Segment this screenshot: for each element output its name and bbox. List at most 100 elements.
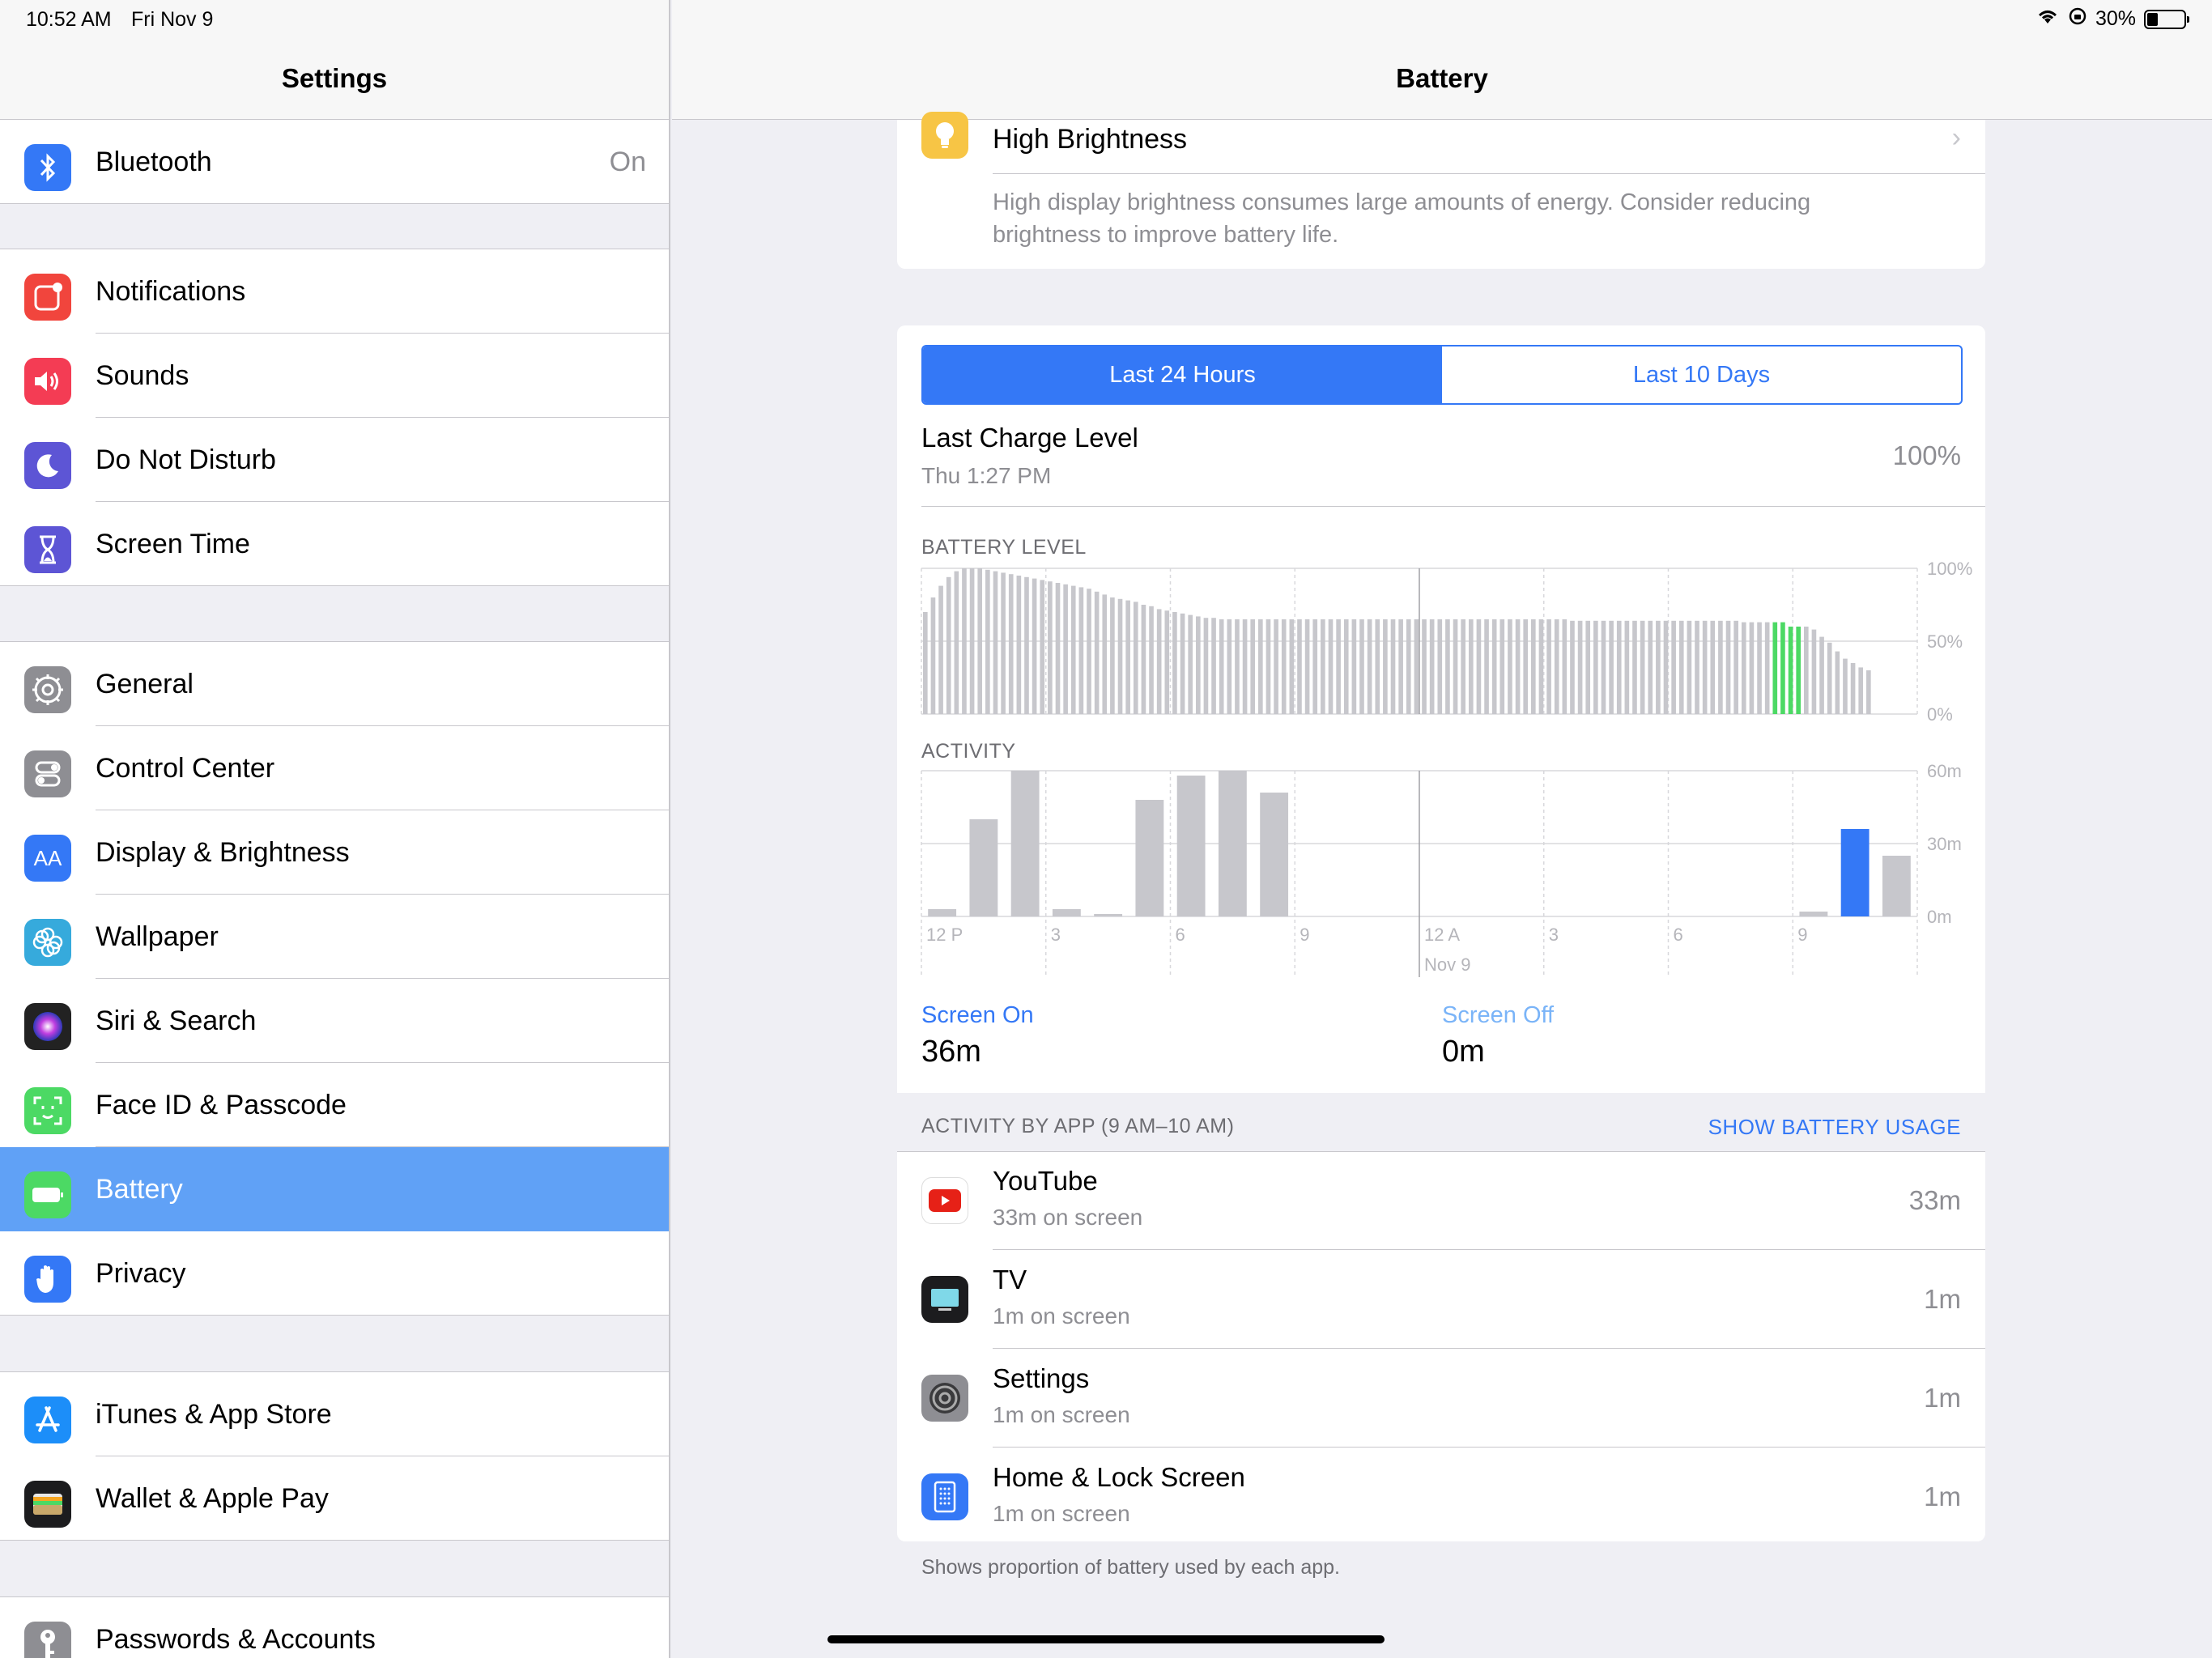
sidebar-item-passwords-and-accounts[interactable]: Passwords & Accounts bbox=[0, 1597, 669, 1658]
battery-bar bbox=[1476, 619, 1482, 714]
app-usage-value: 1m bbox=[1924, 1284, 1961, 1314]
battery-level-chart: 100% 50% 0% bbox=[921, 560, 1972, 722]
battery-bar bbox=[1048, 581, 1053, 714]
battery-bar bbox=[1445, 619, 1450, 714]
battery-bar bbox=[1289, 619, 1295, 714]
sidebar-item-sounds[interactable]: Sounds bbox=[0, 334, 669, 418]
battery-bar bbox=[1164, 610, 1170, 714]
sidebar-item-wallet-and-apple-pay[interactable]: Wallet & Apple Pay bbox=[0, 1456, 669, 1541]
sidebar-item-itunes-and-app-store[interactable]: iTunes & App Store bbox=[0, 1372, 669, 1456]
app-screen-time: 33m on screen bbox=[993, 1205, 1143, 1230]
sidebar-item-notifications[interactable]: Notifications bbox=[0, 249, 669, 334]
battery-bar bbox=[1585, 620, 1591, 714]
battery-bar bbox=[1219, 619, 1224, 714]
battery-bar bbox=[1087, 589, 1091, 714]
battery-bar bbox=[1593, 620, 1598, 714]
app-usage-row[interactable]: Settings 1m on screen 1m bbox=[897, 1349, 1985, 1448]
battery-percent: 30% bbox=[2095, 7, 2136, 30]
battery-bar bbox=[969, 568, 975, 714]
x-tick-label: 6 bbox=[1674, 925, 1683, 945]
time-range-segmented-control: Last 24 Hours Last 10 Days bbox=[921, 345, 1963, 405]
sidebar-item-label: Siri & Search bbox=[96, 1005, 257, 1036]
sidebar-item-label: General bbox=[96, 669, 194, 699]
battery-bar bbox=[1250, 619, 1256, 714]
battery-bar bbox=[1601, 620, 1606, 714]
tab-last-10-days[interactable]: Last 10 Days bbox=[1442, 346, 1961, 403]
x-tick-label: 6 bbox=[1176, 925, 1185, 945]
battery-bar bbox=[1749, 622, 1755, 714]
youtube-icon bbox=[921, 1177, 968, 1224]
battery-bar bbox=[1227, 619, 1232, 714]
battery-bar bbox=[1008, 574, 1014, 714]
battery-bar bbox=[1094, 591, 1100, 714]
activity-bar bbox=[1799, 912, 1828, 916]
last-charge-time: Thu 1:27 PM bbox=[921, 463, 1052, 488]
last-charge-value: 100% bbox=[1892, 440, 1961, 470]
activity-bar bbox=[1260, 793, 1289, 916]
activity-bar bbox=[1052, 909, 1081, 916]
y-tick-label: 30m bbox=[1927, 834, 1962, 854]
sidebar-item-value: On bbox=[609, 147, 646, 177]
activity-bar bbox=[1218, 771, 1247, 916]
battery-bar bbox=[954, 571, 959, 714]
bluetooth-icon bbox=[24, 144, 71, 191]
battery-bar bbox=[1102, 594, 1108, 714]
high-brightness-row[interactable]: High Brightness › bbox=[897, 112, 1985, 174]
battery-bar bbox=[1632, 620, 1637, 714]
sidebar-item-privacy[interactable]: Privacy bbox=[0, 1231, 669, 1316]
battery-bar bbox=[1757, 622, 1762, 714]
x-tick-label: 3 bbox=[1051, 925, 1061, 945]
app-usage-row[interactable]: TV 1m on screen 1m bbox=[897, 1250, 1985, 1349]
text-size-icon: AA bbox=[24, 835, 71, 882]
home-indicator[interactable] bbox=[827, 1635, 1385, 1643]
speaker-icon bbox=[24, 358, 71, 405]
battery-bar bbox=[1796, 627, 1801, 714]
sidebar-item-label: Privacy bbox=[96, 1258, 186, 1289]
battery-bar bbox=[1515, 619, 1521, 714]
x-tick-label: 12 P bbox=[926, 925, 963, 945]
tab-last-24-hours[interactable]: Last 24 Hours bbox=[923, 346, 1442, 403]
battery-bar bbox=[1616, 620, 1622, 714]
battery-bar bbox=[1266, 619, 1271, 714]
high-brightness-card: High Brightness › High display brightnes… bbox=[897, 112, 1985, 269]
activity-bar bbox=[1094, 914, 1123, 916]
activity-bar bbox=[1176, 776, 1206, 916]
battery-bar bbox=[1702, 620, 1708, 714]
battery-bar bbox=[1001, 572, 1006, 714]
battery-bar bbox=[1242, 619, 1248, 714]
battery-bar bbox=[1016, 576, 1022, 714]
battery-bar bbox=[1819, 636, 1824, 714]
battery-bar bbox=[1803, 627, 1809, 714]
sidebar-item-face-id-and-passcode[interactable]: Face ID & Passcode bbox=[0, 1063, 669, 1147]
settings-icon bbox=[921, 1375, 968, 1422]
battery-bar bbox=[1336, 619, 1341, 714]
sidebar-item-control-center[interactable]: Control Center bbox=[0, 726, 669, 810]
battery-bar bbox=[1453, 619, 1458, 714]
sidebar-item-display-and-brightness[interactable]: AA Display & Brightness bbox=[0, 810, 669, 895]
activity-bar bbox=[969, 819, 998, 916]
app-usage-row[interactable]: Home & Lock Screen 1m on screen 1m bbox=[897, 1448, 1985, 1546]
battery-bar bbox=[1195, 616, 1201, 714]
sidebar-item-label: Display & Brightness bbox=[96, 837, 350, 868]
tv-icon bbox=[921, 1276, 968, 1323]
battery-bar bbox=[993, 571, 998, 714]
sidebar-item-siri-and-search[interactable]: Siri & Search bbox=[0, 979, 669, 1063]
battery-bar bbox=[1055, 583, 1061, 714]
app-screen-time: 1m on screen bbox=[993, 1402, 1130, 1427]
battery-bar bbox=[1835, 651, 1840, 714]
battery-bar bbox=[1359, 619, 1364, 714]
battery-bar bbox=[1843, 658, 1848, 714]
app-usage-row[interactable]: YouTube 33m on screen 33m bbox=[897, 1151, 1985, 1250]
hand-icon bbox=[24, 1256, 71, 1303]
sidebar-item-screen-time[interactable]: Screen Time bbox=[0, 502, 669, 586]
battery-level-label: BATTERY LEVEL bbox=[921, 536, 1087, 559]
lightbulb-icon bbox=[921, 112, 968, 159]
sidebar-item-bluetooth[interactable]: Bluetooth On bbox=[0, 120, 669, 204]
orientation-lock-icon bbox=[2068, 6, 2087, 32]
sidebar-item-battery[interactable]: Battery bbox=[0, 1147, 669, 1231]
sidebar-item-general[interactable]: General bbox=[0, 642, 669, 726]
sidebar-item-do-not-disturb[interactable]: Do Not Disturb bbox=[0, 418, 669, 502]
show-battery-usage-link[interactable]: SHOW BATTERY USAGE bbox=[1708, 1115, 1961, 1140]
battery-bar bbox=[1149, 606, 1154, 714]
sidebar-item-wallpaper[interactable]: Wallpaper bbox=[0, 895, 669, 979]
